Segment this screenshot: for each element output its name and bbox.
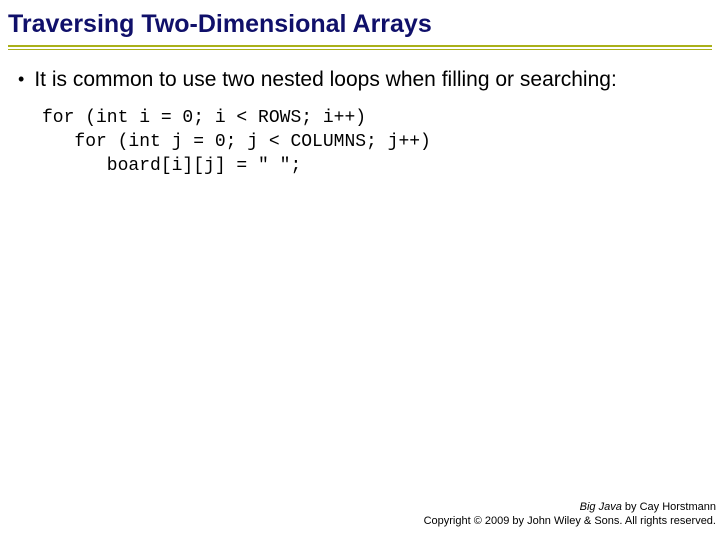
footer-author: by Cay Horstmann — [622, 501, 716, 513]
footer-book-title: Big Java — [580, 501, 622, 513]
bullet-marker: • — [18, 68, 24, 90]
code-line-1: for (int i = 0; i < ROWS; i++) — [42, 108, 366, 128]
slide-title: Traversing Two-Dimensional Arrays — [8, 10, 712, 39]
footer-copyright: Copyright © 2009 by John Wiley & Sons. A… — [424, 514, 716, 528]
title-region: Traversing Two-Dimensional Arrays — [0, 0, 720, 50]
rule-thick — [8, 45, 712, 47]
code-block: for (int i = 0; i < ROWS; i++) for (int … — [18, 92, 710, 178]
slide-body: • It is common to use two nested loops w… — [0, 50, 720, 178]
footer-line-1: Big Java by Cay Horstmann — [424, 500, 716, 514]
bullet-item: • It is common to use two nested loops w… — [18, 68, 710, 92]
code-line-2: for (int j = 0; j < COLUMNS; j++) — [42, 132, 431, 152]
bullet-text: It is common to use two nested loops whe… — [34, 68, 616, 92]
footer: Big Java by Cay Horstmann Copyright © 20… — [424, 500, 716, 528]
code-line-3: board[i][j] = " "; — [42, 156, 301, 176]
